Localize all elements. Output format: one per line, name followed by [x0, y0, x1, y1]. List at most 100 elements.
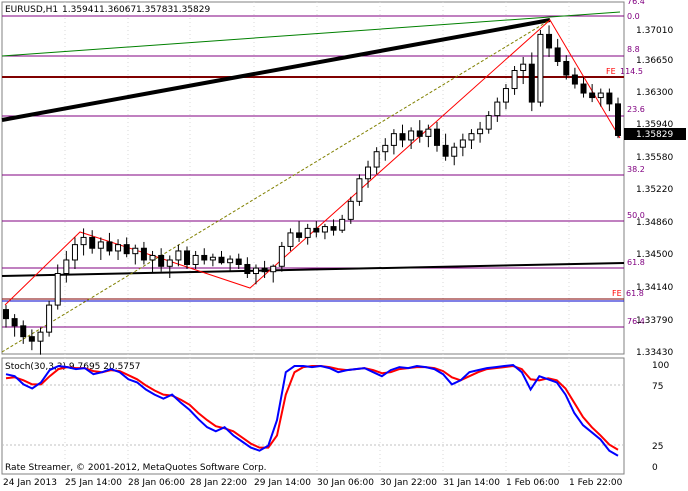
time-tick: 25 Jan 14:00 — [65, 478, 122, 488]
candle-body — [520, 63, 527, 72]
candle-body — [485, 115, 492, 130]
candle-body — [175, 250, 182, 261]
candle-body — [115, 244, 122, 252]
candle-body — [528, 63, 535, 103]
candle-body — [382, 144, 389, 153]
candle-body — [425, 128, 432, 137]
candle-body — [46, 304, 53, 333]
candle-body — [408, 130, 415, 141]
time-tick: 30 Jan 06:00 — [317, 478, 374, 488]
indicator-panel[interactable] — [1, 357, 625, 475]
candle-body — [597, 92, 604, 99]
candle-body — [140, 247, 147, 261]
fib-label-38-2: 38.2 — [627, 165, 645, 174]
chart-header: EURUSD,H1 1.35941 1.36067 1.35783 1.3582… — [5, 5, 210, 15]
price-tick: 1.33430 — [636, 348, 673, 358]
time-tick: 28 Jan 06:00 — [128, 478, 185, 488]
candle-body — [209, 256, 216, 261]
candle-body — [89, 236, 96, 249]
candle-body — [97, 241, 104, 249]
candle-body — [123, 244, 130, 255]
candle-body — [468, 133, 475, 141]
candle-body — [563, 60, 570, 76]
stoch-tick-25: 25 — [652, 442, 663, 452]
time-tick: 28 Jan 22:00 — [190, 478, 247, 488]
price-tick: 1.34860 — [636, 218, 673, 228]
price-tick: 1.36650 — [636, 56, 673, 66]
candle-body — [218, 256, 225, 264]
candle-body — [451, 146, 458, 157]
stoch-tick-100: 100 — [652, 361, 669, 371]
candle-body — [356, 178, 363, 202]
time-axis: 24 Jan 2013 25 Jan 14:00 28 Jan 06:00 28… — [3, 478, 623, 488]
current-price-label: 1.35829 — [636, 130, 673, 140]
fib-label-top: 76.4 — [627, 0, 645, 6]
candle-body — [28, 336, 35, 342]
low-price: 1.35783 — [136, 5, 173, 15]
fe-label-61-8-tag: FE — [612, 289, 622, 298]
time-tick: 29 Jan 14:00 — [254, 478, 311, 488]
candle-body — [244, 263, 251, 275]
price-tick: 1.35220 — [636, 185, 673, 195]
close-price: 1.35829 — [173, 5, 210, 15]
candle-body — [158, 254, 165, 267]
price-tick: 1.34140 — [636, 283, 673, 293]
time-tick: 24 Jan 2013 — [3, 478, 57, 488]
time-tick: 1 Feb 22:00 — [569, 478, 623, 488]
candle-body — [546, 33, 553, 49]
candle-body — [54, 273, 61, 306]
candle-body — [373, 151, 380, 168]
candle-body — [459, 139, 466, 148]
candle-body — [20, 325, 27, 338]
candle — [347, 196, 354, 224]
candle-body — [390, 133, 397, 146]
stoch-tick-75: 75 — [652, 382, 663, 392]
candle-body — [580, 83, 587, 94]
candle-body — [347, 200, 354, 220]
candle-body — [71, 244, 78, 261]
candle-body — [80, 236, 87, 246]
time-tick: 31 Jan 14:00 — [443, 478, 500, 488]
fib-label-8-8: 8.8 — [627, 45, 640, 54]
candle-body — [537, 33, 544, 103]
candle-body — [494, 101, 501, 117]
candle-body — [227, 258, 234, 264]
candle-body — [106, 241, 113, 252]
high-price: 1.36067 — [99, 5, 136, 15]
candle-body — [192, 254, 199, 265]
price-tick: 1.34500 — [636, 250, 673, 260]
candle-body — [3, 309, 9, 320]
candle — [537, 29, 544, 107]
candle-body — [433, 128, 440, 146]
price-tick: 1.37010 — [636, 26, 673, 36]
price-tick: 1.35580 — [636, 153, 673, 163]
candle-body — [37, 331, 44, 342]
candle-body — [502, 88, 509, 103]
candle-body — [399, 133, 406, 141]
time-tick: 30 Jan 22:00 — [380, 478, 437, 488]
copyright-text: Rate Streamer, © 2001-2012, MetaQuotes S… — [5, 463, 267, 473]
chart-canvas[interactable]: 0.0 8.8 23.6 38.2 50.0 61.8 76.4 76.4 FE… — [0, 0, 688, 491]
candle-body — [149, 254, 156, 261]
price-tick: 1.36300 — [636, 88, 673, 98]
candle-body — [339, 218, 346, 231]
metatrader-chart-window[interactable]: 0.0 8.8 23.6 38.2 50.0 61.8 76.4 76.4 FE… — [0, 0, 688, 491]
candle-body — [252, 267, 259, 275]
candle-body — [287, 232, 294, 247]
candle-body — [304, 227, 311, 238]
open-price: 1.35941 — [62, 5, 99, 15]
candle-body — [321, 226, 328, 233]
candle-body — [477, 128, 484, 135]
candle-body — [261, 267, 268, 273]
price-tick: 1.33790 — [636, 316, 673, 326]
candle-body — [442, 144, 449, 157]
candle-body — [554, 47, 561, 62]
fe-label-114-5-tag: FE — [606, 67, 616, 76]
candle-body — [270, 265, 277, 273]
time-tick: 1 Feb 06:00 — [506, 478, 560, 488]
candle-body — [296, 232, 303, 238]
fe-label-114-5-value: 114.5 — [620, 67, 643, 76]
candle-body — [511, 70, 518, 90]
candle-body — [365, 166, 372, 180]
candle — [46, 300, 53, 337]
